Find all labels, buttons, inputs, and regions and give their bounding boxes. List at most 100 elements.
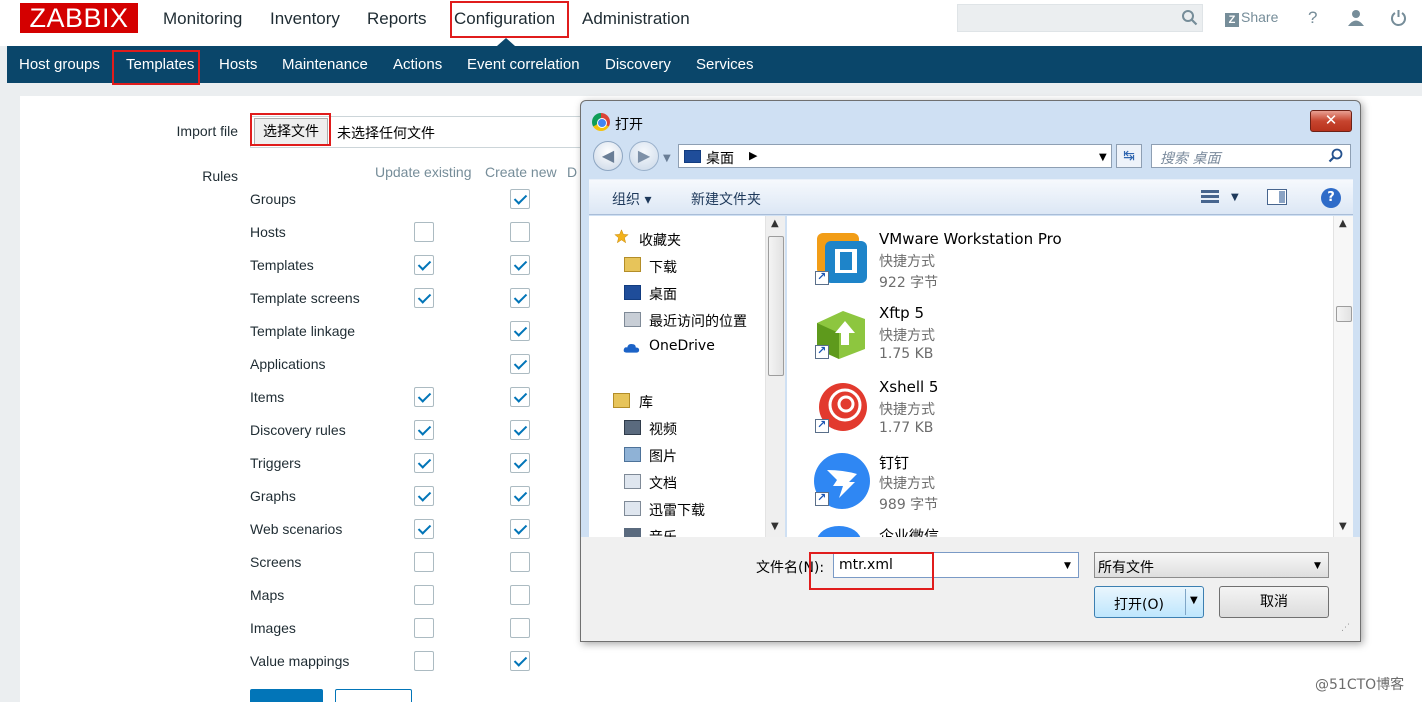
create-new-checkbox[interactable] <box>510 420 530 440</box>
file-type: 快捷方式 <box>879 402 935 418</box>
subnav-services[interactable]: Services <box>696 56 754 73</box>
dialog-cancel-button[interactable]: 取消 <box>1219 586 1329 618</box>
file-name: Xftp 5 <box>879 304 925 322</box>
rule-label: Images <box>250 620 296 636</box>
address-dropdown-icon[interactable]: ▼ <box>1099 152 1107 163</box>
nav-downloads[interactable]: 下载 <box>649 257 677 277</box>
create-new-checkbox[interactable] <box>510 618 530 638</box>
nav-inventory[interactable]: Inventory <box>270 9 340 29</box>
organize-button[interactable]: 组织 ▾ <box>612 189 651 209</box>
rule-label: Maps <box>250 587 285 603</box>
dialog-toolbar: 组织 ▾ 新建文件夹 ▼ ? <box>589 179 1353 215</box>
search-input[interactable] <box>957 4 1203 32</box>
nav-administration[interactable]: Administration <box>582 9 690 29</box>
update-existing-checkbox[interactable] <box>414 552 434 572</box>
subnav-hosts[interactable]: Hosts <box>219 56 257 73</box>
view-dropdown-icon[interactable]: ▼ <box>1231 192 1239 203</box>
nav-library[interactable]: 库 <box>639 392 653 412</box>
sign-out-icon[interactable] <box>1390 9 1407 26</box>
create-new-checkbox[interactable] <box>510 255 530 275</box>
new-folder-button[interactable]: 新建文件夹 <box>691 189 761 209</box>
update-existing-checkbox[interactable] <box>414 453 434 473</box>
search-icon[interactable] <box>1181 9 1198 26</box>
nav-onedrive[interactable]: OneDrive <box>649 338 715 354</box>
preview-pane-icon[interactable] <box>1267 189 1287 205</box>
create-new-checkbox[interactable] <box>510 519 530 539</box>
update-existing-checkbox[interactable] <box>414 519 434 539</box>
dialog-help-icon[interactable]: ? <box>1321 188 1341 208</box>
nav-documents[interactable]: 文档 <box>649 473 677 493</box>
subnav-discovery[interactable]: Discovery <box>605 56 671 73</box>
update-existing-checkbox[interactable] <box>414 222 434 242</box>
nav-scroll-up-icon[interactable]: ▲ <box>771 218 779 229</box>
create-new-checkbox[interactable] <box>510 354 530 374</box>
create-new-checkbox[interactable] <box>510 321 530 341</box>
wecom-icon <box>817 526 861 537</box>
back-button[interactable]: ◀ <box>593 141 623 171</box>
subnav-event-correlation[interactable]: Event correlation <box>467 56 580 73</box>
cancel-button[interactable] <box>335 689 412 702</box>
update-existing-checkbox[interactable] <box>414 255 434 275</box>
help-icon[interactable]: ? <box>1308 8 1317 28</box>
zabbix-logo[interactable]: ZABBIX <box>20 3 138 33</box>
file-item-wecom[interactable]: 企业微信 <box>787 521 1332 537</box>
nav-scrollbar[interactable]: ▲ ▼ <box>765 216 785 537</box>
open-button[interactable]: 打开(O) ▼ <box>1094 586 1204 618</box>
nav-music[interactable]: 音乐 <box>649 527 677 537</box>
create-new-checkbox[interactable] <box>510 453 530 473</box>
open-dropdown-icon[interactable]: ▼ <box>1190 595 1198 606</box>
filetype-select[interactable]: 所有文件 ▼ <box>1094 552 1329 578</box>
update-existing-checkbox[interactable] <box>414 420 434 440</box>
address-bar[interactable]: 桌面 ▶ ▼ <box>678 144 1112 168</box>
import-button[interactable] <box>250 689 323 702</box>
update-existing-checkbox[interactable] <box>414 387 434 407</box>
share-button[interactable]: Z Share <box>1225 9 1278 27</box>
file-scroll-thumb[interactable] <box>1336 306 1352 322</box>
create-new-checkbox[interactable] <box>510 651 530 671</box>
create-new-checkbox[interactable] <box>510 486 530 506</box>
dialog-search-icon[interactable] <box>1328 148 1343 163</box>
filetype-dropdown-icon[interactable]: ▼ <box>1314 561 1321 571</box>
desktop-folder-icon <box>684 150 701 163</box>
nav-recent[interactable]: 最近访问的位置 <box>649 311 747 331</box>
create-new-checkbox[interactable] <box>510 288 530 308</box>
highlight-templates <box>112 50 200 85</box>
nav-pictures[interactable]: 图片 <box>649 446 677 466</box>
dialog-search-input[interactable]: 搜索 桌面 <box>1151 144 1351 168</box>
close-button[interactable]: ✕ <box>1310 110 1352 132</box>
nav-desktop[interactable]: 桌面 <box>649 284 677 304</box>
create-new-checkbox[interactable] <box>510 585 530 605</box>
file-scroll-down-icon[interactable]: ▼ <box>1339 521 1347 532</box>
subnav-maintenance[interactable]: Maintenance <box>282 56 368 73</box>
create-new-checkbox[interactable] <box>510 552 530 572</box>
file-scroll-up-icon[interactable]: ▲ <box>1339 218 1347 229</box>
nav-scroll-thumb[interactable] <box>768 236 784 376</box>
nav-xunlei[interactable]: 迅雷下载 <box>649 500 705 520</box>
user-profile-icon[interactable] <box>1347 9 1365 27</box>
file-list-scrollbar[interactable]: ▲ ▼ <box>1333 216 1353 537</box>
history-dropdown-icon[interactable]: ▼ <box>663 153 671 164</box>
breadcrumb-arrow-icon[interactable]: ▶ <box>749 149 757 162</box>
update-existing-checkbox[interactable] <box>414 585 434 605</box>
update-existing-checkbox[interactable] <box>414 651 434 671</box>
resize-grip-icon[interactable]: ⋰ <box>1341 623 1350 633</box>
nav-reports[interactable]: Reports <box>367 9 427 29</box>
nav-favorites[interactable]: 收藏夹 <box>639 230 681 250</box>
forward-button[interactable]: ▶ <box>629 141 659 171</box>
create-new-checkbox[interactable] <box>510 222 530 242</box>
rule-label: Items <box>250 389 285 405</box>
refresh-button[interactable]: ↹ <box>1116 144 1142 168</box>
update-existing-checkbox[interactable] <box>414 618 434 638</box>
subnav-host-groups[interactable]: Host groups <box>19 56 100 73</box>
update-existing-checkbox[interactable] <box>414 288 434 308</box>
filename-dropdown-icon[interactable]: ▼ <box>1064 561 1071 571</box>
create-new-checkbox[interactable] <box>510 387 530 407</box>
nav-monitoring[interactable]: Monitoring <box>163 9 242 29</box>
col-delete-missing: D <box>567 164 578 180</box>
nav-videos[interactable]: 视频 <box>649 419 677 439</box>
view-options-icon[interactable] <box>1201 190 1219 205</box>
create-new-checkbox[interactable] <box>510 189 530 209</box>
subnav-actions[interactable]: Actions <box>393 56 442 73</box>
nav-scroll-down-icon[interactable]: ▼ <box>771 521 779 532</box>
update-existing-checkbox[interactable] <box>414 486 434 506</box>
